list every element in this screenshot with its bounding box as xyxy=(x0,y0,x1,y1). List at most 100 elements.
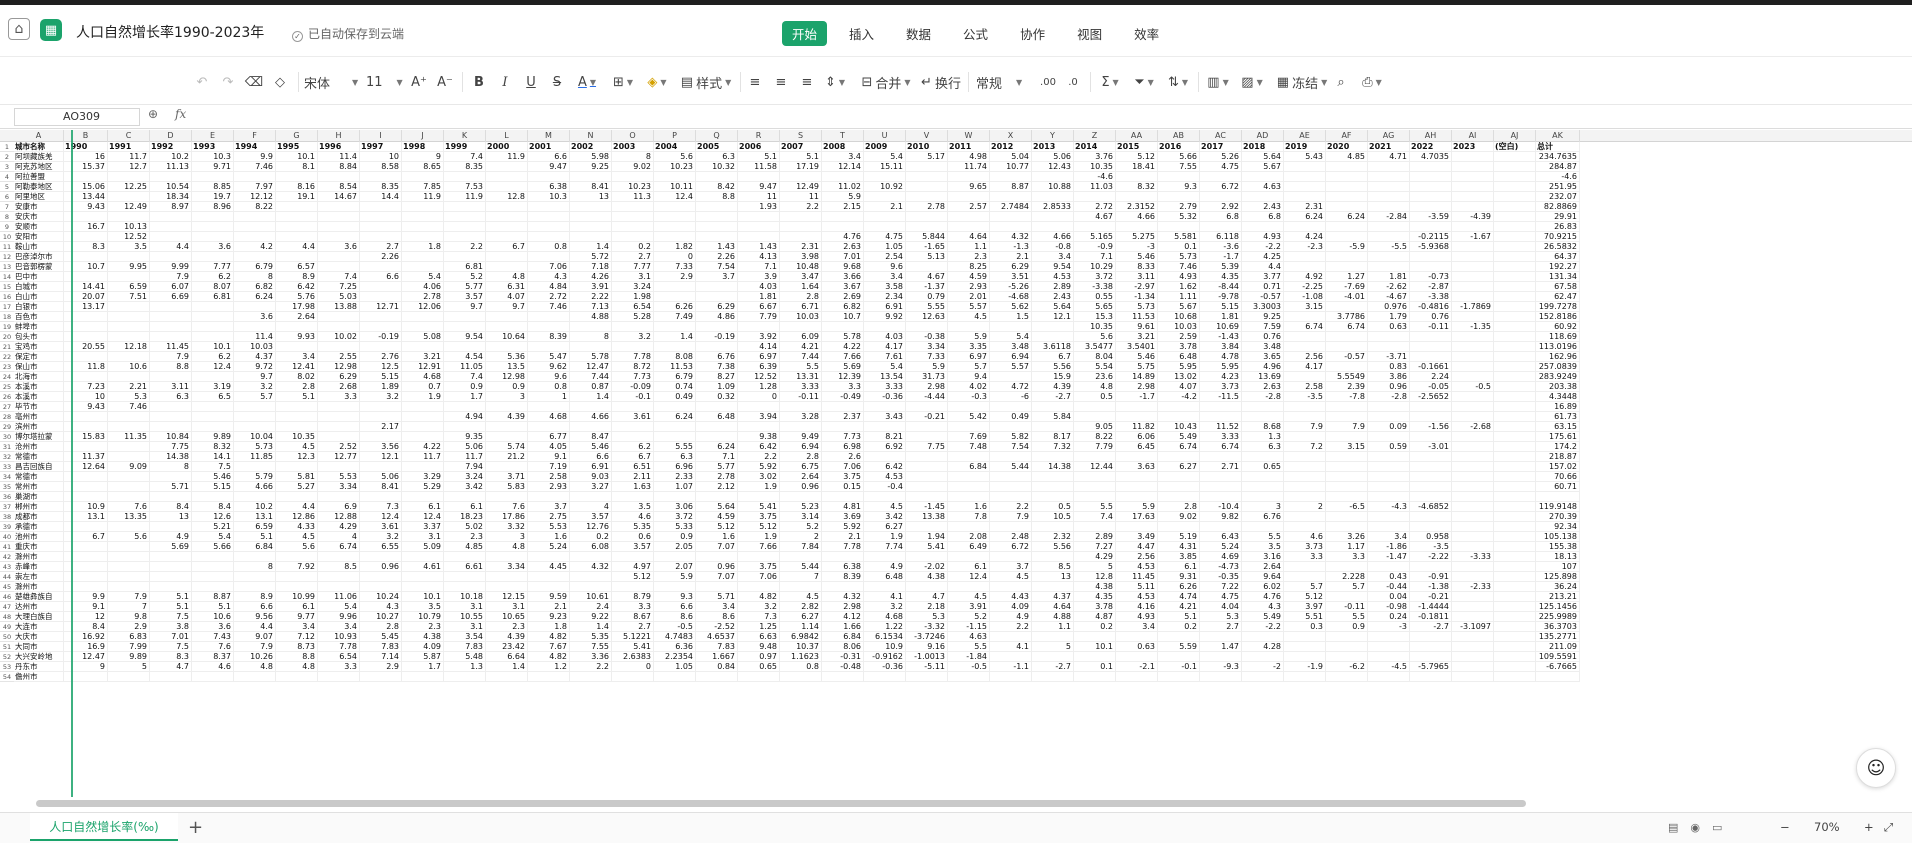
value-cell[interactable] xyxy=(1284,452,1326,462)
sort-icon[interactable]: ⇅ ▼ xyxy=(1164,71,1192,93)
value-cell[interactable] xyxy=(1494,432,1536,442)
column-header[interactable]: AC xyxy=(1200,130,1242,142)
value-cell[interactable]: 4.8 xyxy=(276,662,318,672)
value-cell[interactable]: 7.66 xyxy=(822,352,864,362)
value-cell[interactable] xyxy=(864,172,906,182)
value-cell[interactable]: 3.06 xyxy=(654,502,696,512)
value-cell[interactable] xyxy=(360,432,402,442)
value-cell[interactable] xyxy=(402,212,444,222)
value-cell[interactable]: 0.2 xyxy=(570,532,612,542)
font-color-icon[interactable]: A ▼ xyxy=(574,71,600,93)
value-cell[interactable]: 5.65 xyxy=(1074,302,1116,312)
value-cell[interactable]: 3.9 xyxy=(738,272,780,282)
column-title-cell[interactable]: 2017 xyxy=(1200,142,1242,152)
value-cell[interactable] xyxy=(108,252,150,262)
value-cell[interactable] xyxy=(1494,472,1536,482)
value-cell[interactable]: 0.55 xyxy=(1074,292,1116,302)
value-cell[interactable]: -3.38 xyxy=(1074,282,1116,292)
value-cell[interactable]: 2.8 xyxy=(1158,502,1200,512)
value-cell[interactable] xyxy=(1326,642,1368,652)
value-cell[interactable]: 6.91 xyxy=(570,462,612,472)
value-cell[interactable]: 14.89 xyxy=(1116,372,1158,382)
value-cell[interactable]: -0.11 xyxy=(1410,322,1452,332)
value-cell[interactable] xyxy=(1326,162,1368,172)
value-cell[interactable]: 10.03 xyxy=(780,312,822,322)
value-cell[interactable]: 2.7 xyxy=(360,242,402,252)
column-title-cell[interactable]: 1996 xyxy=(318,142,360,152)
value-cell[interactable]: 7.01 xyxy=(150,632,192,642)
value-cell[interactable]: 7.5 xyxy=(150,612,192,622)
value-cell[interactable]: 5.06 xyxy=(444,442,486,452)
value-cell[interactable]: 10.1 xyxy=(1074,642,1116,652)
value-cell[interactable]: 6.36 xyxy=(654,642,696,652)
value-cell[interactable] xyxy=(1410,332,1452,342)
column-title-cell[interactable]: 2021 xyxy=(1368,142,1410,152)
value-cell[interactable] xyxy=(528,572,570,582)
value-cell[interactable]: 4.68 xyxy=(402,372,444,382)
value-cell[interactable] xyxy=(360,202,402,212)
column-title-cell[interactable]: 1997 xyxy=(360,142,402,152)
value-cell[interactable]: 5.9 xyxy=(654,572,696,582)
value-cell[interactable]: 3.15 xyxy=(1326,442,1368,452)
value-cell[interactable]: 7.84 xyxy=(780,542,822,552)
value-cell[interactable]: 2.55 xyxy=(318,352,360,362)
value-cell[interactable]: 0.5 xyxy=(1074,392,1116,402)
value-cell[interactable]: 3.6 xyxy=(192,242,234,252)
value-cell[interactable] xyxy=(906,482,948,492)
value-cell[interactable] xyxy=(1032,492,1074,502)
value-cell[interactable] xyxy=(1326,192,1368,202)
value-cell[interactable] xyxy=(528,672,570,682)
value-cell[interactable]: 10.35 xyxy=(1074,162,1116,172)
column-header[interactable]: E xyxy=(192,130,234,142)
value-cell[interactable]: 6.27 xyxy=(1158,462,1200,472)
value-cell[interactable]: 26.5832 xyxy=(1536,242,1580,252)
value-cell[interactable]: 0.9 xyxy=(1326,622,1368,632)
value-cell[interactable]: 4.7 xyxy=(150,662,192,672)
value-cell[interactable]: 12.8 xyxy=(486,192,528,202)
value-cell[interactable]: -2.97 xyxy=(1116,282,1158,292)
value-cell[interactable]: 5.79 xyxy=(234,472,276,482)
value-cell[interactable] xyxy=(1116,482,1158,492)
value-cell[interactable] xyxy=(192,572,234,582)
value-cell[interactable] xyxy=(1368,162,1410,172)
value-cell[interactable] xyxy=(1368,492,1410,502)
value-cell[interactable] xyxy=(318,572,360,582)
value-cell[interactable]: -7.8 xyxy=(1326,392,1368,402)
value-cell[interactable]: 14.1 xyxy=(192,452,234,462)
value-cell[interactable]: 18.23 xyxy=(444,512,486,522)
value-cell[interactable]: -0.4 xyxy=(864,482,906,492)
value-cell[interactable]: 7.6 xyxy=(486,502,528,512)
value-cell[interactable] xyxy=(990,222,1032,232)
city-name-cell[interactable]: 阿里地区 xyxy=(14,192,64,202)
column-title-cell[interactable]: 2000 xyxy=(486,142,528,152)
value-cell[interactable] xyxy=(1368,472,1410,482)
value-cell[interactable]: 2.64 xyxy=(780,472,822,482)
value-cell[interactable]: 4.98 xyxy=(948,152,990,162)
value-cell[interactable]: 60.92 xyxy=(1536,322,1580,332)
value-cell[interactable]: 3.14 xyxy=(780,512,822,522)
value-cell[interactable] xyxy=(696,422,738,432)
city-name-cell[interactable]: 亳州市 xyxy=(14,412,64,422)
value-cell[interactable]: 12.7 xyxy=(108,162,150,172)
value-cell[interactable]: 7.06 xyxy=(738,572,780,582)
value-cell[interactable] xyxy=(1116,452,1158,462)
column-title-cell[interactable]: 2020 xyxy=(1326,142,1368,152)
value-cell[interactable] xyxy=(1452,442,1494,452)
value-cell[interactable]: 4.4 xyxy=(1242,262,1284,272)
value-cell[interactable]: 8.17 xyxy=(1032,432,1074,442)
value-cell[interactable]: 6.76 xyxy=(696,352,738,362)
value-cell[interactable]: -0.2115 xyxy=(1410,232,1452,242)
value-cell[interactable] xyxy=(1032,192,1074,202)
value-cell[interactable] xyxy=(822,672,864,682)
value-cell[interactable]: 3.35 xyxy=(948,342,990,352)
value-cell[interactable]: -10.4 xyxy=(1200,502,1242,512)
value-cell[interactable] xyxy=(1452,352,1494,362)
value-cell[interactable]: 5.4 xyxy=(864,362,906,372)
value-cell[interactable]: 0.87 xyxy=(570,382,612,392)
value-cell[interactable] xyxy=(1410,452,1452,462)
value-cell[interactable]: 5.1 xyxy=(780,152,822,162)
value-cell[interactable]: -0.1 xyxy=(1158,662,1200,672)
value-cell[interactable]: 6.02 xyxy=(1242,582,1284,592)
value-cell[interactable]: 1.43 xyxy=(696,242,738,252)
value-cell[interactable] xyxy=(1368,642,1410,652)
